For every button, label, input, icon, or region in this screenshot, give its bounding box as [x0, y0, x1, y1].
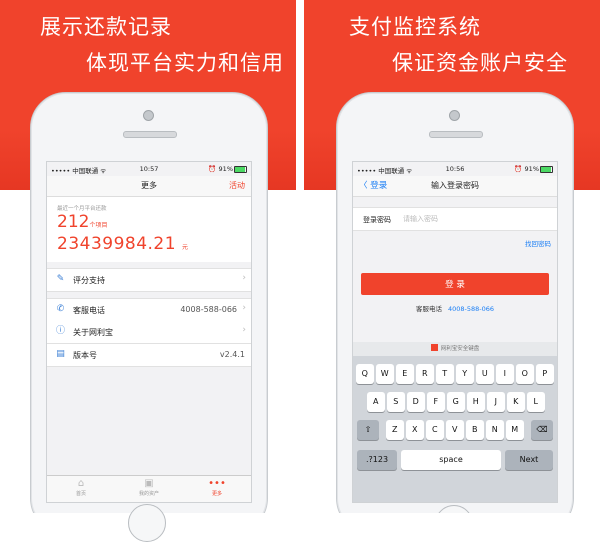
service-label: 客服电话: [415, 305, 442, 313]
more-icon: •••: [208, 478, 226, 489]
key-u[interactable]: U: [476, 364, 494, 384]
keyboard-title: 网利宝安全键盘: [353, 342, 557, 356]
key-s[interactable]: S: [387, 392, 405, 412]
service-phone-value: 4008-588-066: [180, 305, 237, 314]
version-icon: ▤: [56, 349, 65, 359]
project-count-unit: 个项目: [89, 222, 108, 229]
secure-keyboard: 网利宝安全键盘 Q W E R T Y U I O P A S D F G H J K L ⇧ Z X C V B N M ⌫ .?12…: [353, 342, 557, 502]
camera-icon: [449, 110, 460, 121]
phone-frame: ••••• 中国联通 ᯤ 10:56 ⏰ 91% 〈 登录 输入登录密码 登录密…: [336, 92, 574, 513]
key-t[interactable]: T: [436, 364, 454, 384]
key-h[interactable]: H: [467, 392, 485, 412]
home-button-left[interactable]: [128, 504, 166, 542]
service-phone-link[interactable]: 4008-588-066: [448, 305, 494, 313]
headline-line-1: 展示还款记录: [40, 15, 172, 39]
status-bar: ••••• 中国联通 ᯤ 10:57 ⏰ 91%: [47, 162, 251, 176]
phone-screen: ••••• 中国联通 ᯤ 10:57 ⏰ 91% 更多 活动 最近一个月平台还款…: [46, 161, 252, 503]
version-row: ▤ 版本号 v2.4.1: [47, 344, 251, 367]
shift-key[interactable]: ⇧: [357, 420, 379, 440]
stats-caption: 最近一个月平台还款: [57, 206, 107, 212]
chevron-right-icon: ›: [242, 303, 246, 313]
tab-more[interactable]: ••• 更多: [183, 478, 251, 497]
key-i[interactable]: I: [496, 364, 514, 384]
phone-icon: ✆: [56, 304, 65, 314]
camera-icon: [143, 110, 154, 121]
shield-icon: [430, 344, 438, 351]
activity-button[interactable]: 活动: [229, 180, 245, 191]
key-l[interactable]: L: [527, 392, 545, 412]
key-n[interactable]: N: [486, 420, 504, 440]
edit-icon: ✎: [56, 274, 65, 284]
find-password-link[interactable]: 找回密码: [525, 238, 551, 248]
key-z[interactable]: Z: [386, 420, 404, 440]
home-icon: ⌂: [77, 478, 85, 489]
key-k[interactable]: K: [507, 392, 525, 412]
key-p[interactable]: P: [536, 364, 554, 384]
key-j[interactable]: J: [487, 392, 505, 412]
repayment-amount: 23439984.21 元: [57, 234, 189, 254]
speaker-grille: [123, 131, 177, 138]
key-f[interactable]: F: [427, 392, 445, 412]
service-info: 客服电话 4008-588-066: [353, 303, 557, 313]
battery-icon: [234, 166, 247, 173]
status-bar: ••••• 中国联通 ᯤ 10:56 ⏰ 91%: [353, 162, 557, 176]
phone-frame: ••••• 中国联通 ᯤ 10:57 ⏰ 91% 更多 活动 最近一个月平台还款…: [30, 92, 268, 513]
right-promo-panel: 支付监控系统 保证资金账户安全 ••••• 中国联通 ᯤ 10:56 ⏰ 91%…: [304, 0, 600, 513]
page-title: 更多: [141, 181, 157, 190]
amount-unit: 元: [181, 244, 189, 251]
key-e[interactable]: E: [396, 364, 414, 384]
password-label: 登录密码: [363, 216, 391, 224]
space-key[interactable]: space: [401, 450, 501, 470]
chevron-right-icon: ›: [242, 325, 246, 335]
next-key[interactable]: Next: [505, 450, 553, 470]
left-promo-panel: 展示还款记录 体现平台实力和信用 ••••• 中国联通 ᯤ 10:57 ⏰ 91…: [0, 0, 296, 513]
key-r[interactable]: R: [416, 364, 434, 384]
nav-bar: 〈 登录 输入登录密码: [353, 176, 557, 197]
password-field: 登录密码: [353, 207, 557, 231]
nav-bar: 更多 活动: [47, 176, 251, 197]
home-button[interactable]: [435, 505, 473, 513]
battery-label: ⏰ 91%: [208, 165, 233, 173]
page-title: 输入登录密码: [431, 181, 479, 190]
password-input[interactable]: [403, 212, 543, 226]
key-v[interactable]: V: [446, 420, 464, 440]
key-c[interactable]: C: [426, 420, 444, 440]
tab-home[interactable]: ⌂ 首页: [47, 478, 115, 497]
phone-screen: ••••• 中国联通 ᯤ 10:56 ⏰ 91% 〈 登录 输入登录密码 登录密…: [352, 161, 558, 503]
key-y[interactable]: Y: [456, 364, 474, 384]
tab-my-assets[interactable]: ▣ 我的资产: [115, 478, 183, 497]
key-x[interactable]: X: [406, 420, 424, 440]
repayment-stats: 最近一个月平台还款 212个项目 23439984.21 元: [47, 197, 251, 262]
project-count: 212个项目: [57, 212, 108, 232]
headline-line-2: 保证资金账户安全: [392, 51, 568, 75]
battery-icon: [540, 166, 553, 173]
headline-line-1: 支付监控系统: [349, 15, 481, 39]
version-value: v2.4.1: [219, 350, 245, 359]
chevron-right-icon: ›: [242, 273, 246, 283]
speaker-grille: [429, 131, 483, 138]
key-o[interactable]: O: [516, 364, 534, 384]
key-d[interactable]: D: [407, 392, 425, 412]
key-a[interactable]: A: [367, 392, 385, 412]
key-w[interactable]: W: [376, 364, 394, 384]
rating-support-row[interactable]: ✎ 评分支持 ›: [47, 268, 251, 292]
key-q[interactable]: Q: [356, 364, 374, 384]
tab-bar: ⌂ 首页 ▣ 我的资产 ••• 更多: [47, 475, 251, 502]
customer-service-row[interactable]: ✆ 客服电话 4008-588-066 ›: [47, 298, 251, 322]
numbers-key[interactable]: .?123: [357, 450, 397, 470]
wallet-icon: ▣: [144, 478, 154, 489]
key-g[interactable]: G: [447, 392, 465, 412]
key-b[interactable]: B: [466, 420, 484, 440]
info-icon: ⓘ: [55, 326, 65, 336]
about-row[interactable]: ⓘ 关于网利宝 ›: [47, 321, 251, 344]
key-m[interactable]: M: [506, 420, 524, 440]
login-button[interactable]: 登 录: [361, 273, 549, 295]
headline-line-2: 体现平台实力和信用: [86, 51, 284, 75]
battery-label: ⏰ 91%: [514, 165, 539, 173]
delete-key[interactable]: ⌫: [531, 420, 553, 440]
